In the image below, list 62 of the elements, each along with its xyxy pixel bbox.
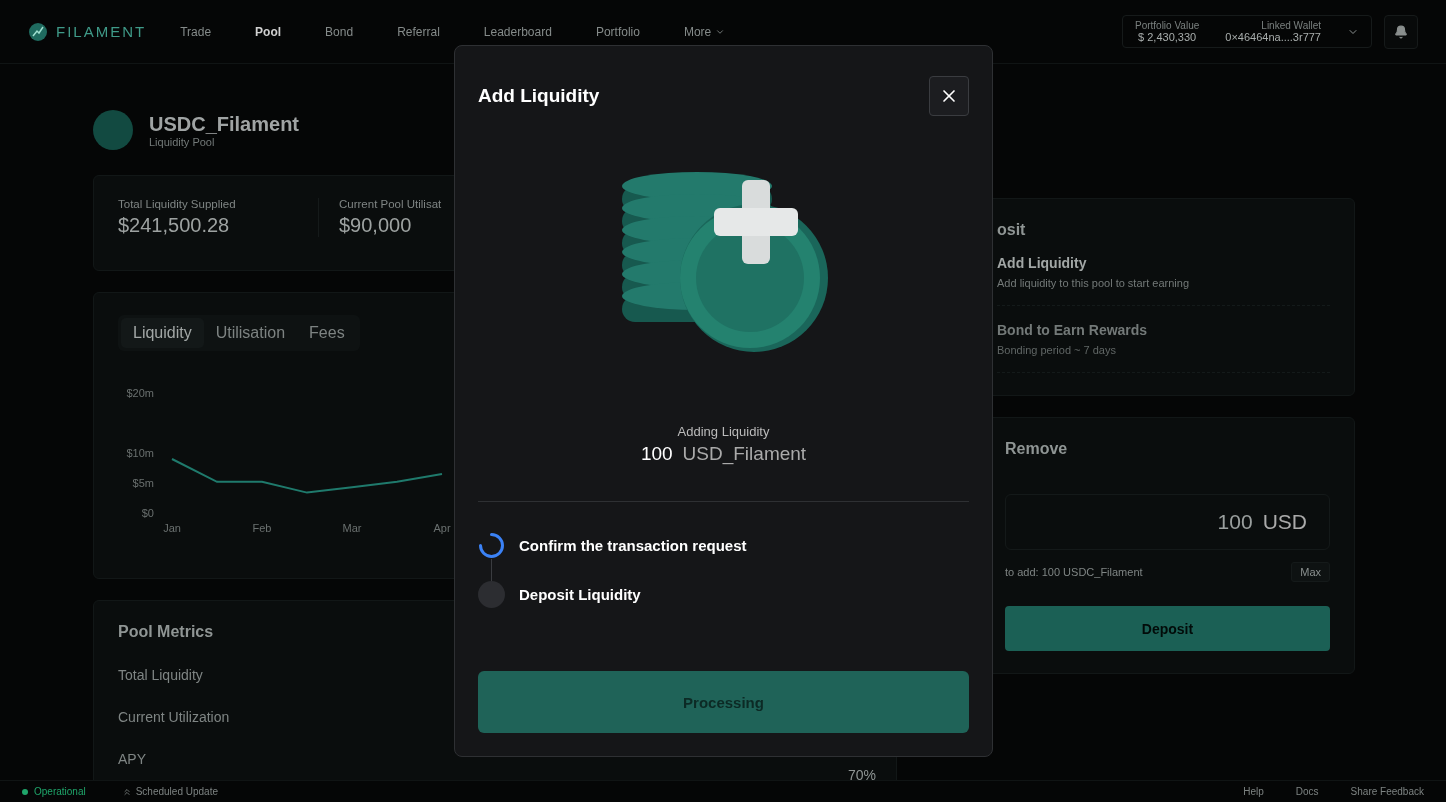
amount-field[interactable]: 100 USD (1005, 494, 1330, 550)
nav-link[interactable]: Pool (255, 24, 282, 39)
dialog-title: Add Liquidity (478, 85, 600, 107)
nav-link[interactable]: Bond (325, 24, 354, 39)
dialog-token: USD_Filament (682, 443, 807, 465)
chart-tab[interactable]: Liquidity (121, 318, 204, 348)
pool-subtitle: Liquidity Pool (149, 135, 216, 148)
nav-link[interactable]: Referral (397, 24, 440, 39)
footer-link[interactable]: Share Feedback (1350, 786, 1424, 797)
portfolio-value: $ 2,430,330 (1138, 31, 1197, 43)
metrics-title: Pool Metrics (118, 623, 214, 641)
chart-tab[interactable]: Fees (297, 318, 357, 348)
nav-link[interactable]: Portfolio (595, 24, 640, 39)
logo-icon (28, 21, 48, 42)
metric-value: 70% (847, 767, 876, 780)
logo-text: FILAMENT (56, 23, 147, 40)
stat-value: $241,500.28 (118, 214, 231, 237)
x-tick-label: Mar (342, 522, 362, 534)
footer-link[interactable]: Help (1243, 786, 1264, 797)
metric-label: Current Utilization (118, 709, 230, 725)
pool-name: USDC_Filament (149, 112, 300, 136)
nav-link[interactable]: Trade (180, 24, 212, 39)
nav-link[interactable]: More (683, 24, 726, 39)
portfolio-label: Portfolio Value (1134, 20, 1200, 31)
option-subtitle: Bonding period ~ 7 days (997, 344, 1116, 356)
y-tick-label: $5m (132, 477, 154, 489)
nav-link[interactable]: Leaderboard (483, 24, 552, 39)
status-dot (22, 788, 28, 795)
bell-icon (1394, 24, 1408, 39)
status-text: Operational (34, 786, 86, 797)
stat-label: Total Liquidity Supplied (118, 198, 237, 210)
deposit-title: osit (997, 221, 1026, 239)
option-subtitle: Add liquidity to this pool to start earning (997, 277, 1189, 289)
footer-link[interactable]: Docs (1295, 786, 1319, 797)
close-button[interactable] (929, 76, 969, 116)
notifications-button[interactable] (1384, 14, 1418, 49)
wallet-label: Linked Wallet (1261, 20, 1321, 31)
y-tick-label: $10m (126, 447, 154, 459)
dialog-caption: Adding Liquidity (676, 424, 771, 439)
chart-tab[interactable]: Utilisation (203, 318, 298, 348)
x-tick-label: Jan (163, 522, 181, 534)
max-button[interactable]: Max (1291, 562, 1330, 582)
chevrons-up-icon (121, 786, 132, 797)
option-title[interactable]: Bond to Earn Rewards (997, 322, 1148, 338)
y-tick-label: $0 (141, 507, 154, 519)
wallet-address: 0×46464na....3r777 (1225, 31, 1321, 43)
step-label: Confirm the transaction request (519, 537, 747, 554)
pool-avatar (93, 110, 133, 150)
wallet-panel[interactable]: Portfolio Value $ 2,430,330 Linked Wallet 0×46464na....3r777 (1121, 15, 1372, 48)
stat-value: $90,000 (339, 214, 413, 237)
x-tick-label: Apr (433, 522, 451, 534)
metric-label: APY (118, 751, 146, 767)
dialog-amount: 100 (640, 443, 673, 465)
option-title[interactable]: Add Liquidity (997, 255, 1087, 271)
hint-text: to add: 100 USDC_Filament (1005, 566, 1143, 578)
remove-title: Remove (1005, 440, 1068, 458)
stat-label: Current Pool Utilisat (339, 198, 443, 210)
scheduled-update-link[interactable]: Scheduled Update (121, 786, 218, 797)
y-tick-label: $20m (126, 387, 154, 399)
metric-label: Total Liquidity (118, 667, 203, 683)
step-label: Deposit Liquidity (519, 586, 641, 603)
x-tick-label: Feb (252, 522, 272, 534)
